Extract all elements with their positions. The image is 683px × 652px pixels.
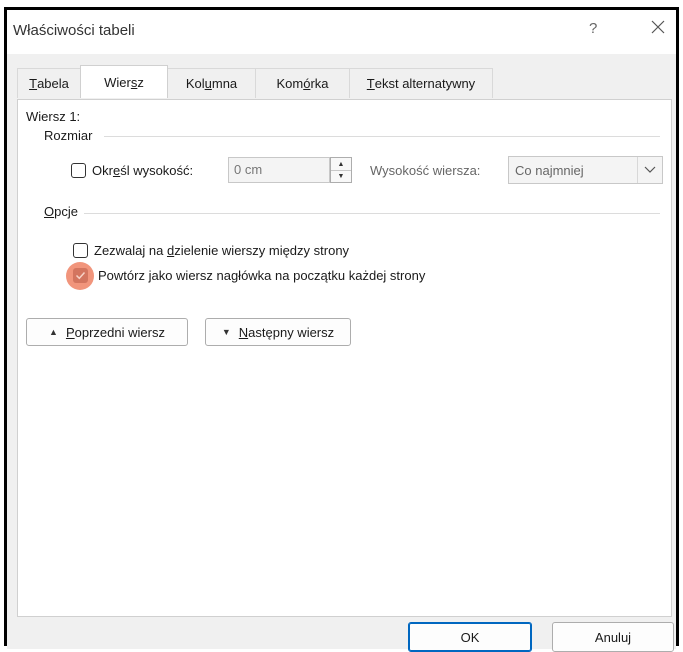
tab-tekst-alternatywny[interactable]: Tekst alternatywny xyxy=(349,68,493,98)
cancel-button[interactable]: Anuluj xyxy=(552,622,674,652)
help-button[interactable]: ? xyxy=(589,20,597,37)
chevron-down-icon[interactable] xyxy=(637,157,662,183)
allow-row-break-checkbox[interactable] xyxy=(73,243,88,258)
tab-komorka[interactable]: Kom ó rka xyxy=(255,68,350,98)
label-accel: P xyxy=(65,324,75,340)
specify-height-checkbox[interactable] xyxy=(71,163,86,178)
repeat-header-label[interactable]: Powtórz jako wiersz nagłówka na początku… xyxy=(98,268,425,283)
tab-label-accel: T xyxy=(366,76,375,91)
tab-label: Kol xyxy=(185,76,205,91)
tab-label: Kom xyxy=(276,76,304,91)
tab-label: mna xyxy=(211,76,238,91)
row-height-select-value: Co najmniej xyxy=(515,163,584,178)
label-text: śl wysokość: xyxy=(120,163,194,178)
height-spinner[interactable]: ▲ ▼ xyxy=(330,157,352,183)
button-label: Następny wiersz xyxy=(239,325,334,340)
title-bar: Właściwości tabeli ? xyxy=(7,10,676,54)
label-text: astępny wiersz xyxy=(248,324,335,340)
tab-kolumna[interactable]: Kol u mna xyxy=(167,68,256,98)
row-height-label: Wysokość wiersza: xyxy=(370,163,481,178)
label-text: oprzedni wiersz xyxy=(74,324,165,340)
tab-label: z xyxy=(137,74,144,90)
repeat-header-checkbox[interactable] xyxy=(73,268,88,283)
label-text: Zezwalaj na xyxy=(94,243,167,258)
spin-down-icon[interactable]: ▼ xyxy=(331,170,351,182)
next-row-button[interactable]: ▼ Następny wiersz xyxy=(205,318,351,346)
triangle-down-icon: ▼ xyxy=(221,327,231,337)
label-accel: O xyxy=(44,204,55,219)
tab-wiersz[interactable]: Wier s z xyxy=(80,65,168,98)
tab-label: rka xyxy=(310,76,329,91)
ok-button[interactable]: OK xyxy=(408,622,532,652)
row-height-select[interactable]: Co najmniej xyxy=(508,156,663,184)
label-text: Okr xyxy=(92,163,113,178)
size-section-label: Rozmiar xyxy=(44,128,93,143)
close-icon[interactable] xyxy=(647,16,669,38)
tab-tabela[interactable]: Tabela xyxy=(17,68,81,98)
label-text: pcje xyxy=(54,204,78,219)
label-text: zielenie wierszy między strony xyxy=(174,243,350,258)
tab-label-accel: ó xyxy=(303,76,311,91)
dialog-title: Właściwości tabeli xyxy=(13,22,135,39)
tab-panel-wiersz: Wiersz 1: Rozmiar Określ wysokość: 0 cm … xyxy=(17,99,672,617)
options-divider xyxy=(84,213,660,214)
dialog-body: Tabela Wier s z Kol u mna Kom ó rka Tekst alte… xyxy=(7,54,676,652)
tab-label-accel: T xyxy=(29,76,38,91)
tab-label-accel: u xyxy=(204,76,212,91)
button-label: Poprzedni wiersz xyxy=(66,325,165,340)
previous-row-button[interactable]: ▲ Poprzedni wiersz xyxy=(26,318,188,346)
options-section-label: Opcje xyxy=(44,204,78,219)
label-accel: N xyxy=(238,324,249,340)
dialog-window: Właściwości tabeli ? Tabela Wier s z Kol u m… xyxy=(4,7,679,652)
tab-strip: Tabela Wier s z Kol u mna Kom ó rka Tekst alte… xyxy=(17,65,493,100)
tab-label: ekst alternatywny xyxy=(374,76,476,91)
tab-label: Wier xyxy=(104,74,131,90)
specify-height-label[interactable]: Określ wysokość: xyxy=(92,163,193,178)
row-heading: Wiersz 1: xyxy=(26,109,81,124)
tab-label: abela xyxy=(37,76,69,91)
label-text: ako wiersz nagłówka na początku każdej s… xyxy=(151,268,426,283)
height-input[interactable]: 0 cm xyxy=(228,157,330,183)
label-text: Powtórz xyxy=(98,268,149,283)
triangle-up-icon: ▲ xyxy=(49,327,58,337)
size-divider xyxy=(104,136,660,137)
allow-row-break-label[interactable]: Zezwalaj na dzielenie wierszy między str… xyxy=(94,243,349,258)
